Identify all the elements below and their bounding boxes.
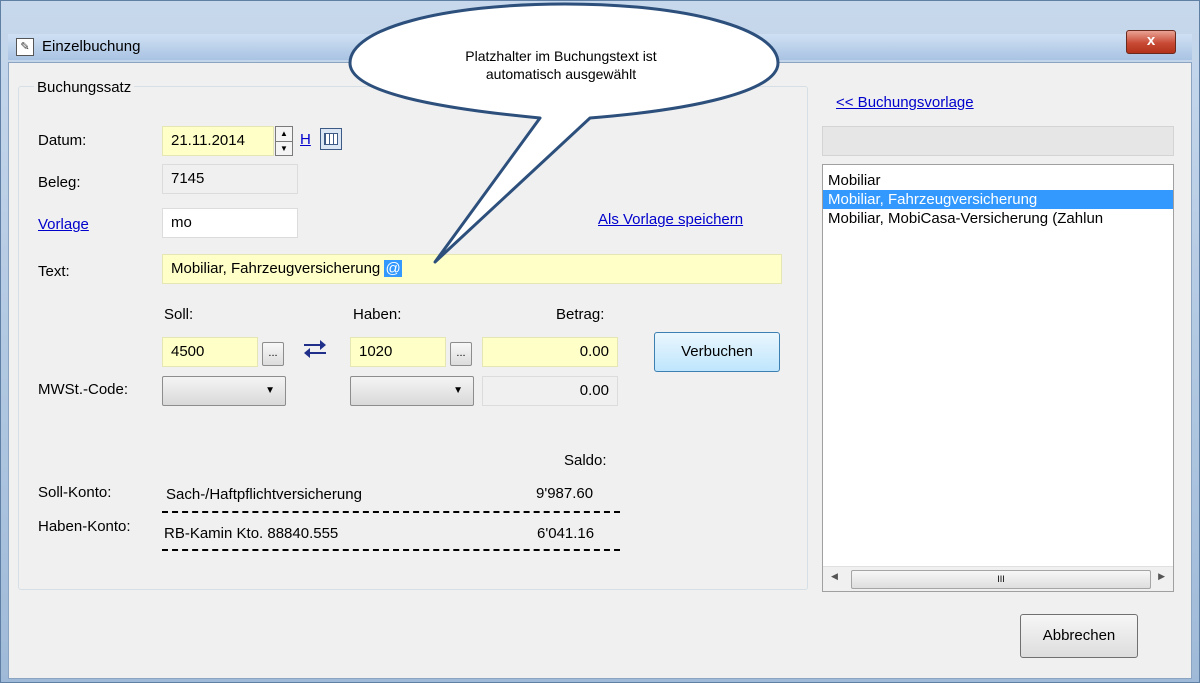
haben-konto-input[interactable]: 1020	[350, 337, 446, 367]
soll-konto-name: Sach-/Haftpflichtversicherung	[166, 486, 362, 503]
vorlage-link[interactable]: Vorlage	[38, 216, 89, 233]
spin-up-icon[interactable]: ▲	[276, 127, 292, 142]
app-icon: ✎	[16, 38, 34, 56]
beleg-field: 7145	[162, 164, 298, 194]
window-title: Einzelbuchung	[42, 38, 141, 55]
soll-mwst-select[interactable]: ▼	[162, 376, 286, 406]
vorlage-filter-field[interactable]	[822, 126, 1174, 156]
vorlagen-list[interactable]: Mobiliar Mobiliar, Fahrzeugversicherung …	[822, 164, 1174, 592]
betrag-label: Betrag:	[556, 306, 605, 323]
haben-konto-label: Haben-Konto:	[38, 518, 131, 535]
swap-accounts-icon[interactable]	[302, 338, 328, 358]
haben-label: Haben:	[353, 306, 402, 323]
date-spinner[interactable]: ▲ ▼	[275, 126, 293, 156]
horizontal-scrollbar[interactable]: ◀ III ▶	[823, 566, 1173, 591]
mwst-betrag-field: 0.00	[482, 376, 618, 406]
calendar-icon[interactable]	[320, 128, 342, 150]
datum-input[interactable]: 21.11.2014	[162, 126, 274, 156]
soll-konto-label: Soll-Konto:	[38, 484, 112, 501]
dropdown-arrow-icon: ▼	[265, 385, 275, 396]
text-label: Text:	[38, 263, 70, 280]
scroll-thumb[interactable]: III	[851, 570, 1151, 589]
haben-konto-name: RB-Kamin Kto. 88840.555	[164, 525, 339, 542]
callout-text: Platzhalter im Buchungstext ist automati…	[398, 47, 724, 83]
list-item-selected[interactable]: Mobiliar, Fahrzeugversicherung	[823, 190, 1173, 209]
haben-browse-button[interactable]: ...	[450, 342, 472, 366]
close-button[interactable]: x	[1126, 30, 1176, 54]
haben-mwst-select[interactable]: ▼	[350, 376, 474, 406]
scroll-left-icon[interactable]: ◀	[831, 571, 838, 582]
separator-line	[162, 511, 620, 513]
soll-konto-saldo: 9'987.60	[536, 485, 594, 502]
saldo-header: Saldo:	[564, 452, 607, 469]
beleg-label: Beleg:	[38, 174, 81, 191]
soll-browse-button[interactable]: ...	[262, 342, 284, 366]
betrag-input[interactable]: 0.00	[482, 337, 618, 367]
mwst-label: MWSt.-Code:	[38, 381, 129, 398]
list-item[interactable]: Mobiliar	[823, 171, 1173, 190]
spin-down-icon[interactable]: ▼	[276, 142, 292, 156]
dropdown-arrow-icon: ▼	[453, 385, 463, 396]
abbrechen-button[interactable]: Abbrechen	[1020, 614, 1138, 658]
buchungsvorlage-link[interactable]: << Buchungsvorlage	[836, 94, 974, 111]
scroll-right-icon[interactable]: ▶	[1158, 571, 1165, 582]
group-legend: Buchungssatz	[34, 79, 135, 96]
haben-konto-saldo: 6'041.16	[537, 525, 595, 542]
callout-bubble	[348, 2, 780, 264]
vorlage-input[interactable]: mo	[162, 208, 298, 238]
soll-label: Soll:	[164, 306, 194, 323]
verbuchen-button[interactable]: Verbuchen	[654, 332, 780, 372]
heute-link[interactable]: H	[300, 131, 311, 148]
separator-line	[162, 549, 620, 551]
datum-label: Datum:	[38, 132, 87, 149]
callout-line: Platzhalter im Buchungstext ist	[465, 48, 657, 64]
soll-konto-input[interactable]: 4500	[162, 337, 258, 367]
callout-line: automatisch ausgewählt	[485, 66, 637, 82]
list-item[interactable]: Mobiliar, MobiCasa-Versicherung (Zahlun	[823, 209, 1173, 228]
